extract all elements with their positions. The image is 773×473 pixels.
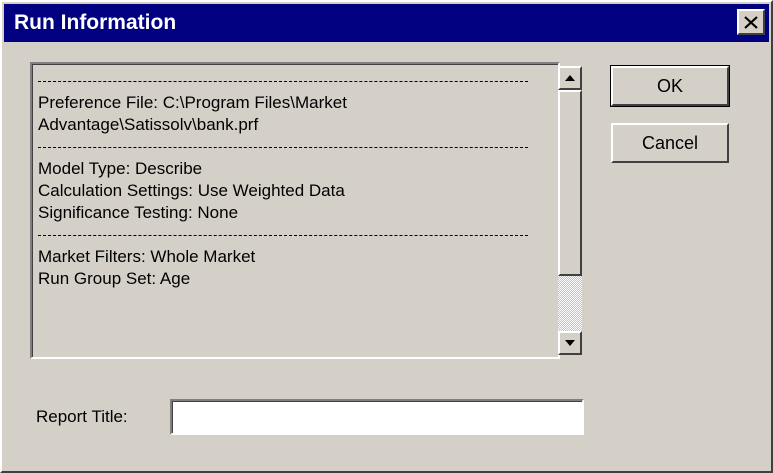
- info-line: Preference File: C:\Program Files\Market: [38, 93, 347, 112]
- info-line: Calculation Settings: Use Weighted Data: [38, 181, 345, 200]
- scroll-track[interactable]: [558, 276, 582, 331]
- close-button[interactable]: [737, 9, 765, 35]
- info-line: Advantage\Satissolv\bank.prf: [38, 115, 259, 134]
- ok-button[interactable]: OK: [610, 65, 730, 107]
- run-info-listbox[interactable]: Preference File: C:\Program Files\Market…: [30, 62, 582, 359]
- scroll-up-button[interactable]: [558, 66, 582, 90]
- separator-line: [38, 224, 528, 246]
- info-line: Market Filters: Whole Market: [38, 247, 256, 266]
- info-line: Significance Testing: None: [38, 203, 239, 222]
- scroll-thumb[interactable]: [558, 90, 582, 276]
- scroll-down-arrow-icon: [565, 340, 575, 346]
- run-information-dialog: Run Information Preference File: C:\Prog…: [0, 0, 773, 473]
- separator-line: [38, 70, 528, 92]
- separator-line: [38, 136, 528, 158]
- report-title-input[interactable]: [170, 399, 584, 435]
- vertical-scrollbar[interactable]: [558, 66, 582, 355]
- title-bar[interactable]: Run Information: [4, 4, 769, 42]
- report-title-label: Report Title:: [36, 407, 128, 426]
- run-info-lines: Preference File: C:\Program Files\Market…: [38, 70, 528, 352]
- window-title: Run Information: [14, 11, 177, 34]
- scroll-down-button[interactable]: [558, 331, 582, 355]
- scroll-up-arrow-icon: [565, 75, 575, 81]
- close-icon: [744, 15, 758, 29]
- info-line: Model Type: Describe: [38, 159, 203, 178]
- info-line: Run Group Set: Age: [38, 269, 191, 288]
- cancel-button[interactable]: Cancel: [611, 123, 729, 163]
